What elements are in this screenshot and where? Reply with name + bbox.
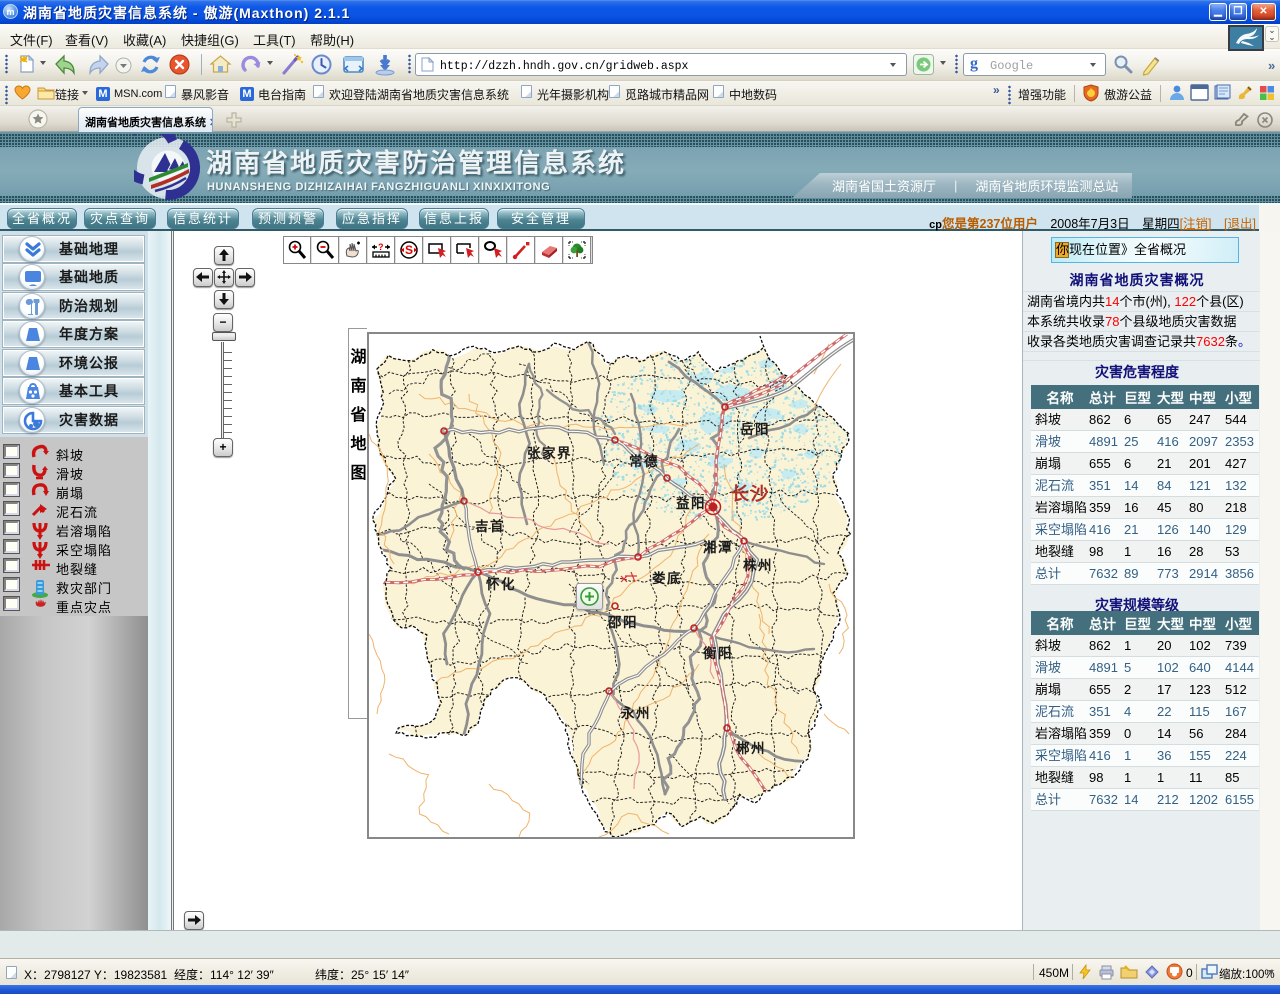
svg-text:?: ?: [378, 242, 384, 252]
svg-text:衡阳: 衡阳: [703, 645, 733, 661]
svg-text:娄底: 娄底: [652, 570, 682, 586]
svg-text:永州: 永州: [621, 705, 651, 721]
svg-text:长沙: 长沙: [731, 484, 770, 504]
svg-text:吉首: 吉首: [475, 518, 505, 534]
svg-text:岳阳: 岳阳: [740, 421, 770, 437]
svg-text:张家界: 张家界: [527, 445, 572, 461]
svg-text:邵阳: 邵阳: [607, 615, 638, 630]
svg-text:常德: 常德: [629, 453, 659, 469]
svg-text:怀化: 怀化: [486, 576, 516, 592]
svg-text:株州: 株州: [743, 557, 773, 573]
svg-text:益阳: 益阳: [676, 495, 706, 511]
svg-text:郴州: 郴州: [736, 740, 766, 756]
svg-text:S: S: [405, 243, 413, 257]
svg-text:湘潭: 湘潭: [703, 539, 733, 555]
